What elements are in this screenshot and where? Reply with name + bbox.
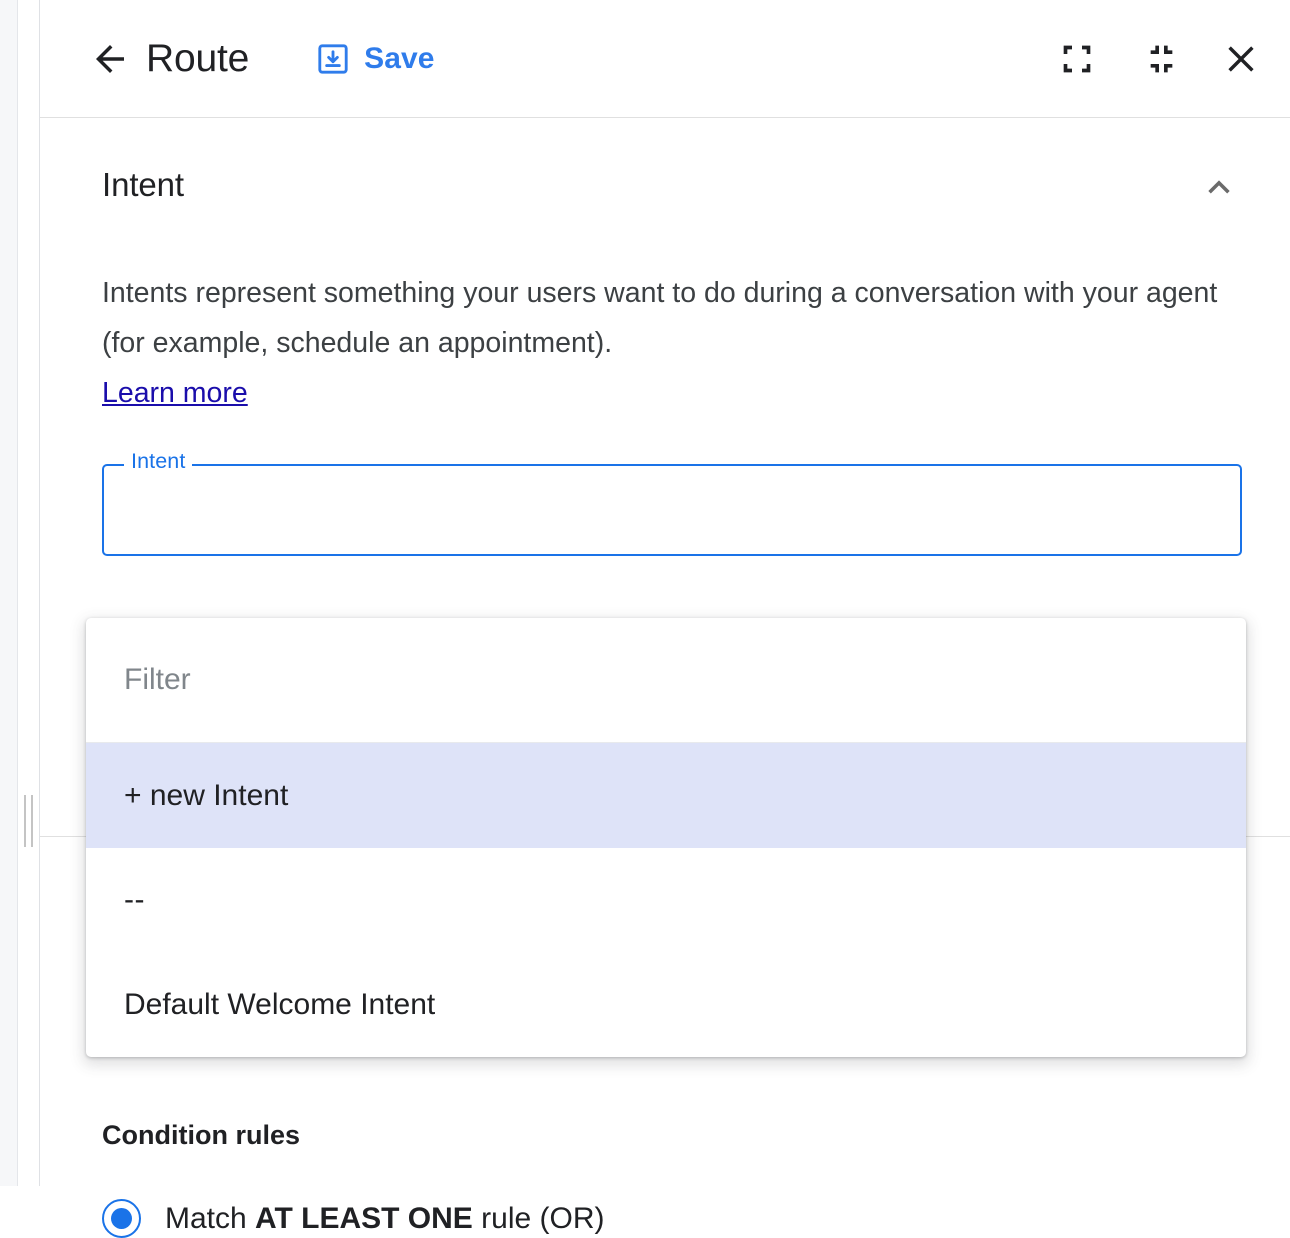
intent-select-field[interactable] (102, 464, 1242, 556)
intent-description-text: Intents represent something your users w… (102, 277, 1217, 359)
intent-field-label: Intent (124, 449, 192, 474)
resize-grip-line-1 (24, 795, 26, 847)
rule-match-or-row[interactable]: Match AT LEAST ONE rule (OR) (102, 1199, 1242, 1238)
filter-input[interactable] (124, 663, 1208, 697)
rule-or-pre: Match (165, 1202, 255, 1235)
save-download-icon (315, 41, 351, 77)
panel-header: Route Save (40, 0, 1290, 118)
dropdown-filter-row (86, 618, 1246, 743)
save-button[interactable]: Save (315, 41, 434, 77)
resize-grip-line-2 (31, 795, 33, 847)
panel-resize-handle[interactable] (20, 795, 38, 847)
dropdown-option-default-welcome-intent[interactable]: Default Welcome Intent (86, 952, 1246, 1057)
route-side-panel: Route Save (40, 0, 1290, 1186)
rule-match-or-label: Match AT LEAST ONE rule (OR) (165, 1202, 605, 1236)
condition-rules-title: Condition rules (102, 1120, 1242, 1151)
dropdown-option-none[interactable]: -- (86, 848, 1246, 952)
save-button-label: Save (364, 42, 434, 76)
intent-chevron-up-icon[interactable] (1196, 166, 1242, 206)
intent-section-header: Intent (102, 118, 1242, 206)
dropdown-option-new-intent[interactable]: + new Intent (86, 743, 1246, 848)
page-title: Route (146, 37, 249, 81)
intent-dropdown-panel: + new Intent -- Default Welcome Intent (86, 618, 1246, 1057)
intent-section: Intent Intents represent something your … (40, 118, 1290, 556)
back-arrow-icon[interactable] (88, 37, 132, 81)
intent-section-title: Intent (102, 166, 184, 204)
rule-match-or-radio[interactable] (102, 1199, 141, 1238)
learn-more-link[interactable]: Learn more (102, 377, 248, 409)
intent-select-field-wrap: Intent (102, 464, 1242, 556)
header-actions (1056, 38, 1262, 80)
rule-or-post: rule (OR) (473, 1202, 605, 1235)
panel-content: Intent Intents represent something your … (40, 118, 1290, 556)
fullscreen-expand-icon[interactable] (1056, 38, 1098, 80)
app-background-strip (0, 0, 18, 1186)
close-x-icon[interactable] (1220, 38, 1262, 80)
panel-left-gutter (18, 0, 40, 1186)
intent-section-description: Intents represent something your users w… (102, 268, 1242, 418)
fullscreen-collapse-icon[interactable] (1138, 38, 1180, 80)
rule-or-strong: AT LEAST ONE (255, 1202, 473, 1235)
